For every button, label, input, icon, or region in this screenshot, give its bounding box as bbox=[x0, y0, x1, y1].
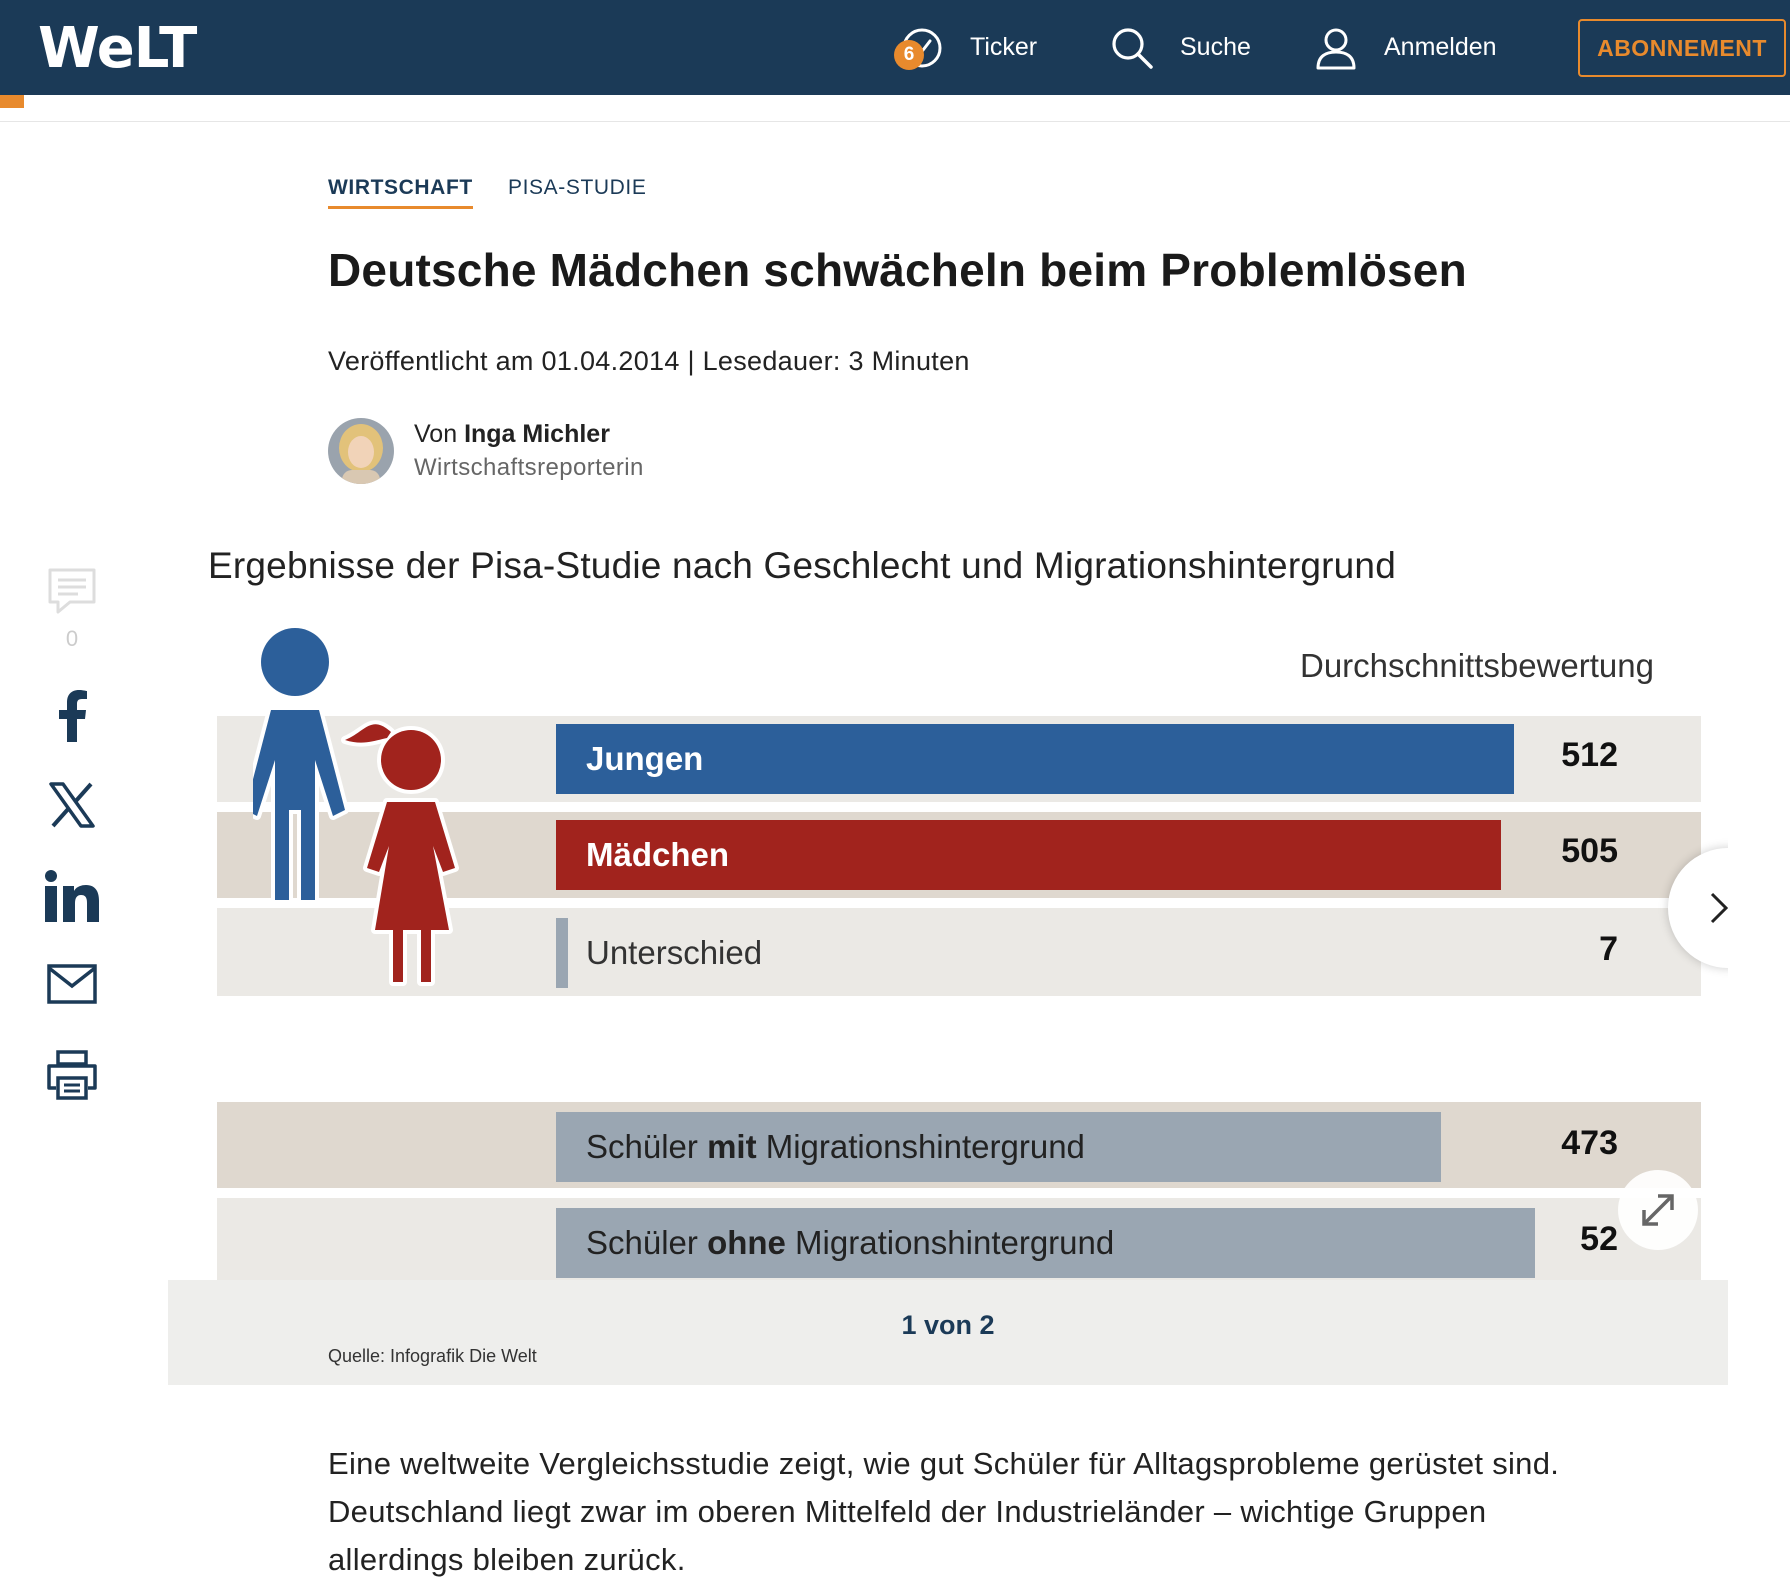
mail-icon bbox=[47, 964, 97, 1004]
article-headline: Deutsche Mädchen schwächeln beim Problem… bbox=[328, 244, 1467, 296]
author-prefix: Von bbox=[414, 420, 465, 448]
share-x[interactable] bbox=[44, 782, 100, 828]
value-ohne-migration: 52 bbox=[1580, 1220, 1618, 1258]
share-facebook[interactable] bbox=[44, 690, 100, 742]
facebook-icon bbox=[59, 690, 87, 742]
value-jungen: 512 bbox=[1561, 736, 1618, 774]
chart-title: Ergebnisse der Pisa-Studie nach Geschlec… bbox=[208, 545, 1396, 586]
share-linkedin[interactable] bbox=[44, 870, 100, 922]
bar-label-ohne-migration: Schüler ohne Migrationshintergrund bbox=[586, 1224, 1115, 1261]
bar-ohne-migration: Schüler ohne Migrationshintergrund bbox=[556, 1208, 1535, 1278]
search-icon bbox=[1112, 27, 1153, 69]
bar-unterschied: Unterschied bbox=[556, 918, 762, 988]
bar-label-maedchen: Mädchen bbox=[586, 836, 730, 873]
login-label: Anmelden bbox=[1384, 33, 1497, 61]
breadcrumb-section[interactable]: WIRTSCHAFT bbox=[328, 176, 473, 209]
author-byline: Von Inga Michler bbox=[414, 420, 610, 449]
breadcrumb-topic[interactable]: PISA-STUDIE bbox=[508, 176, 646, 200]
print-icon bbox=[47, 1050, 97, 1100]
boy-girl-illustration bbox=[253, 624, 459, 986]
gallery-expand-button[interactable] bbox=[1618, 1170, 1698, 1250]
bar-label-mit-migration: Schüler mit Migrationshintergrund bbox=[586, 1128, 1085, 1165]
comment-count: 0 bbox=[65, 626, 79, 651]
ticker-label: Ticker bbox=[970, 33, 1038, 61]
x-icon bbox=[49, 782, 95, 828]
ticker-icon: 6 bbox=[894, 26, 944, 70]
header-accent bbox=[0, 95, 24, 108]
search-button[interactable]: Suche bbox=[1110, 0, 1251, 95]
author-avatar[interactable] bbox=[328, 418, 394, 484]
gallery-caption: 1 von 2 Quelle: Infografik Die Welt bbox=[168, 1280, 1728, 1385]
search-label: Suche bbox=[1180, 33, 1251, 61]
comments-button[interactable] bbox=[44, 566, 100, 616]
chevron-right-icon bbox=[1710, 892, 1728, 924]
expand-icon bbox=[1642, 1194, 1674, 1226]
bar-mit-migration: Schüler mit Migrationshintergrund bbox=[556, 1112, 1441, 1182]
gallery-counter: 1 von 2 bbox=[901, 1310, 995, 1340]
welt-logo[interactable]: WeLT bbox=[38, 16, 197, 81]
ticker-badge: 6 bbox=[894, 39, 924, 70]
share-email[interactable] bbox=[44, 964, 100, 1004]
author-name[interactable]: Inga Michler bbox=[464, 420, 610, 448]
image-gallery: Ergebnisse der Pisa-Studie nach Geschlec… bbox=[168, 530, 1728, 1385]
header-divider bbox=[0, 121, 1790, 122]
user-icon bbox=[1316, 28, 1356, 69]
bar-jungen: Jungen bbox=[556, 724, 1514, 794]
chart-unit-label: Durchschnittsbewertung bbox=[1299, 647, 1654, 684]
ticker-button[interactable]: 6 Ticker bbox=[894, 0, 1038, 95]
login-button[interactable]: Anmelden bbox=[1314, 0, 1497, 95]
image-source: Quelle: Infografik Die Welt bbox=[328, 1346, 537, 1366]
bar-label-unterschied: Unterschied bbox=[586, 934, 763, 971]
value-mit-migration: 473 bbox=[1561, 1124, 1618, 1162]
article-meta: Veröffentlicht am 01.04.2014 | Lesedauer… bbox=[328, 346, 970, 376]
linkedin-icon bbox=[45, 870, 99, 922]
article-lead: Eine weltweite Vergleichsstudie zeigt, w… bbox=[328, 1446, 1560, 1577]
value-maedchen: 505 bbox=[1561, 832, 1618, 870]
subscribe-button[interactable]: ABONNEMENT bbox=[1578, 19, 1786, 77]
bar-label-jungen: Jungen bbox=[586, 740, 704, 777]
top-navigation-bar: WeLT 6 Ticker Suche Anmelden ABONNEMENT bbox=[0, 0, 1790, 95]
print-button[interactable] bbox=[44, 1050, 100, 1100]
author-role: Wirtschaftsreporterin bbox=[414, 454, 644, 481]
bar-maedchen: Mädchen bbox=[556, 820, 1501, 890]
value-unterschied: 7 bbox=[1599, 930, 1618, 968]
comment-icon bbox=[48, 568, 96, 614]
